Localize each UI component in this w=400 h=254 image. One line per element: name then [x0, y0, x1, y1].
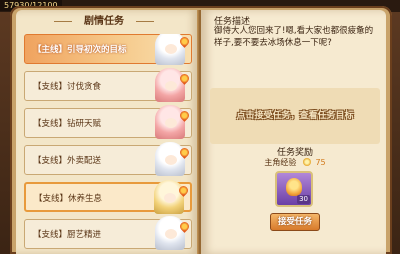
accept-quest-button[interactable]: 接受任务 [270, 213, 320, 231]
quest-item-side[interactable]: 【支线】外卖配送 [24, 142, 192, 176]
character-avatar [154, 180, 184, 214]
quest-item-side[interactable]: 【支线】厨艺精进 [24, 216, 192, 250]
status-text: 点击接受任务，查看任务目标 [236, 111, 354, 121]
quest-label: 【支线】讨伐贪食 [33, 82, 102, 92]
quest-label: 【支线】钻研天赋 [33, 119, 102, 129]
quest-label: 【支线】外卖配送 [33, 156, 102, 166]
character-avatar [155, 216, 185, 250]
quest-status-box: 点击接受任务，查看任务目标 [210, 88, 380, 144]
quest-item-main[interactable]: 【主线】引导初次的目标 [24, 34, 192, 65]
quest-label: 【主线】引导初次的目标 [33, 45, 127, 55]
exp-value: 75 [315, 158, 326, 167]
description-text: 御侍大人您回来了!嗯,看大家也都很疲惫的样子,要不要去冰场休息一下呢? [214, 26, 374, 48]
character-avatar [155, 68, 185, 102]
page-title: 剧情任务 [50, 12, 158, 32]
quest-list: 【主线】引导初次的目标 【支线】讨伐贪食 【支线】钻研天赋 【支线】外卖配送 【… [24, 34, 192, 254]
reward-item-count: 30 [297, 195, 310, 204]
quest-item-side[interactable]: 【支线】休养生息 [24, 180, 192, 214]
exp-label: 主角经验 [264, 158, 297, 167]
quest-label: 【支线】厨艺精进 [33, 230, 102, 240]
quest-label: 【支线】休养生息 [34, 194, 103, 204]
character-avatar [155, 142, 185, 176]
exp-reward: 主角经验 75 [214, 157, 376, 168]
character-avatar [155, 105, 185, 139]
exp-icon [302, 158, 311, 166]
reward-item-slot[interactable]: 30 [275, 171, 313, 207]
quest-item-side[interactable]: 【支线】钻研天赋 [24, 105, 192, 139]
fire-orb-icon [286, 178, 302, 196]
quest-item-side[interactable]: 【支线】讨伐贪食 [24, 68, 192, 102]
